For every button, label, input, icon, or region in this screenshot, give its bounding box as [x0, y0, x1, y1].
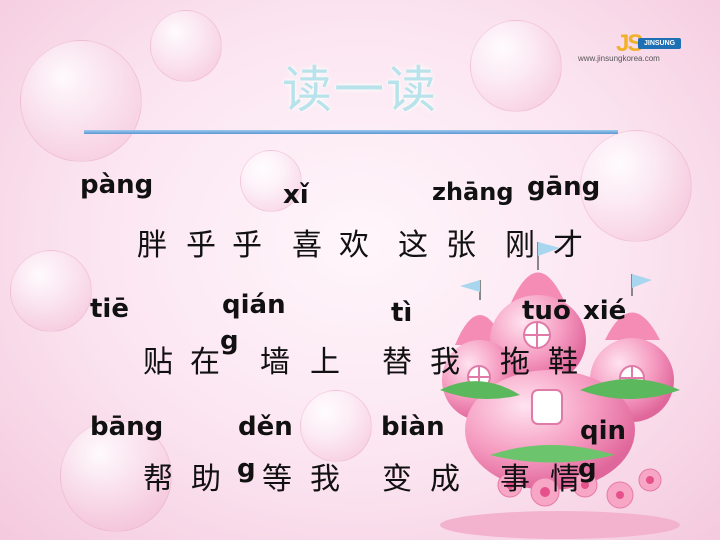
bubble [10, 250, 92, 332]
pinyin: bāng [90, 412, 164, 442]
pinyin: tì [391, 298, 413, 328]
pinyin: tiē [90, 294, 129, 324]
hanzi: 助 [191, 462, 221, 497]
pinyin: g [220, 326, 239, 356]
hanzi: 墙 [260, 345, 290, 380]
pinyin: zhāng [432, 178, 514, 206]
pinyin: xǐ [283, 180, 309, 210]
page-title: 读一读 [282, 61, 438, 119]
logo-badge: JINSUNG [638, 38, 682, 49]
hanzi: 张 [446, 228, 476, 263]
hanzi: 等 [262, 462, 292, 497]
hanzi: 贴 [143, 345, 173, 380]
hanzi: 事 [500, 462, 530, 497]
pinyin: biàn [381, 412, 445, 442]
bubble [300, 390, 372, 462]
pinyin: qián [222, 290, 286, 320]
hanzi: 在 [190, 345, 220, 380]
pinyin: děn [238, 412, 293, 442]
pinyin: g [578, 454, 597, 484]
hanzi: 成 [430, 462, 460, 497]
hanzi: 鞋 [548, 345, 578, 380]
title-underline [84, 130, 618, 134]
hanzi: 这 [398, 228, 428, 263]
hanzi: 我 [430, 345, 460, 380]
hanzi: 上 [310, 345, 340, 380]
hanzi: 胖 [137, 228, 167, 263]
hanzi: 喜 [292, 228, 322, 263]
hanzi: 乎 [186, 228, 216, 263]
pinyin: g [237, 454, 256, 484]
pinyin: pàng [80, 170, 154, 200]
hanzi: 情 [550, 462, 580, 497]
pinyin: qin [580, 416, 627, 446]
hanzi: 欢 [339, 228, 369, 263]
hanzi: 变 [382, 462, 412, 497]
hanzi: 刚 [505, 228, 535, 263]
hanzi: 拖 [500, 345, 530, 380]
pinyin: tuō [522, 296, 571, 326]
hanzi: 替 [382, 345, 412, 380]
hanzi: 才 [553, 228, 583, 263]
hanzi: 我 [310, 462, 340, 497]
pinyin: gāng [527, 172, 601, 202]
pinyin: xié [583, 296, 627, 326]
hanzi: 乎 [232, 228, 262, 263]
hanzi: 帮 [143, 462, 173, 497]
